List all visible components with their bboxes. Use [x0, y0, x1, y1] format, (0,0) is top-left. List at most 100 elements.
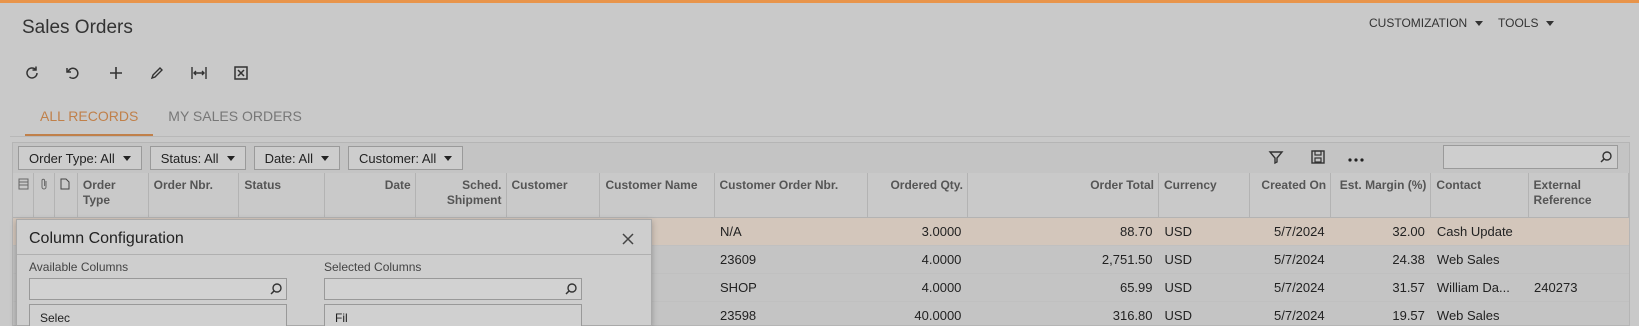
more-options-button[interactable] [1343, 145, 1369, 169]
fit-to-screen-button[interactable] [189, 61, 209, 85]
chevron-down-icon [1475, 20, 1484, 26]
column-header[interactable]: Order Type [77, 173, 149, 218]
tools-menu[interactable]: TOOLS [1498, 16, 1555, 30]
est-margin-cell: 31.57 [1330, 273, 1431, 302]
customization-menu-label: CUSTOMIZATION [1369, 16, 1468, 30]
column-header[interactable]: Order Nbr. [148, 173, 240, 218]
available-columns-label: Available Columns [29, 260, 129, 274]
currency-cell: USD [1158, 217, 1250, 246]
list-item[interactable]: Selec [40, 311, 70, 325]
document-icon [60, 178, 70, 190]
created-on-cell: 5/7/2024 [1249, 301, 1331, 326]
refresh-button[interactable] [22, 61, 42, 85]
column-header[interactable]: Date [324, 173, 416, 218]
note-header [54, 173, 78, 218]
contact-cell: Web Sales [1430, 301, 1529, 326]
column-header[interactable]: External Reference [1528, 173, 1630, 218]
chevron-down-icon [226, 155, 235, 161]
undo-icon [66, 67, 79, 80]
fit-to-screen-icon [191, 67, 207, 79]
close-icon [622, 233, 634, 245]
toolbar [22, 61, 251, 85]
customer-order-nbr-cell: N/A [714, 217, 868, 246]
currency-cell: USD [1158, 273, 1250, 302]
dialog-divider [17, 254, 651, 255]
column-header[interactable]: Est. Margin (%) [1330, 173, 1432, 218]
column-header[interactable]: Customer Order Nbr. [714, 173, 868, 218]
filter-button[interactable] [1263, 145, 1289, 169]
selected-columns-list[interactable]: Fil [324, 304, 582, 326]
date-filter-label: Date: All [264, 150, 313, 166]
column-configuration-icon [18, 178, 29, 190]
column-header[interactable]: Ordered Qty. [867, 173, 968, 218]
currency-cell: USD [1158, 301, 1250, 326]
created-on-cell: 5/7/2024 [1249, 217, 1331, 246]
column-header[interactable]: Contact [1430, 173, 1529, 218]
save-filter-button[interactable] [1305, 145, 1331, 169]
status-filter[interactable]: Status: All [149, 146, 246, 170]
chevron-down-icon [320, 155, 329, 161]
filter-bar: Order Type: All Status: All Date: All Cu… [18, 143, 464, 173]
external-ref-cell [1528, 301, 1629, 326]
chevron-down-icon [122, 155, 131, 161]
tab-divider [10, 136, 1630, 137]
contact-cell: Cash Update [1430, 217, 1529, 246]
order-total-cell: 2,751.50 [967, 245, 1159, 274]
customer-filter[interactable]: Customer: All [347, 146, 464, 170]
est-margin-cell: 24.38 [1330, 245, 1431, 274]
undo-button[interactable] [63, 61, 83, 85]
customer-order-nbr-cell: 23598 [714, 301, 868, 326]
column-header[interactable]: Currency [1158, 173, 1250, 218]
est-margin-cell: 19.57 [1330, 301, 1431, 326]
export-excel-icon [234, 66, 248, 80]
column-header[interactable]: Customer Name [599, 173, 715, 218]
list-item[interactable]: Fil [335, 311, 348, 325]
top-accent-bar [0, 0, 1639, 3]
column-header[interactable]: Order Total [967, 173, 1160, 218]
created-on-cell: 5/7/2024 [1249, 273, 1331, 302]
ordered-qty-cell: 3.0000 [867, 217, 968, 246]
available-columns-list[interactable]: Selec [29, 304, 287, 326]
contact-cell: William Da... [1430, 273, 1529, 302]
column-header[interactable]: Created On [1249, 173, 1332, 218]
row-selector-header[interactable] [13, 173, 34, 218]
attachment-header [33, 173, 55, 218]
created-on-cell: 5/7/2024 [1249, 245, 1331, 274]
customization-menu[interactable]: CUSTOMIZATION [1369, 16, 1484, 30]
search-icon [1600, 151, 1612, 163]
column-header[interactable]: Status [238, 173, 325, 218]
save-icon [1311, 150, 1325, 164]
tools-menu-label: TOOLS [1498, 16, 1539, 30]
add-icon [110, 67, 122, 79]
order-total-cell: 88.70 [967, 217, 1159, 246]
close-button[interactable] [619, 230, 637, 248]
chevron-down-icon [1546, 20, 1555, 26]
date-filter[interactable]: Date: All [253, 146, 340, 170]
column-header[interactable]: Sched. Shipment [415, 173, 507, 218]
search-icon [270, 283, 282, 295]
customer-filter-label: Customer: All [358, 150, 437, 166]
page-title: Sales Orders [22, 17, 133, 38]
edit-icon [150, 67, 163, 80]
column-header[interactable]: Customer [506, 173, 601, 218]
grid-search-input[interactable] [1443, 145, 1618, 169]
add-button[interactable] [106, 61, 126, 85]
order-type-filter[interactable]: Order Type: All [18, 146, 142, 170]
currency-cell: USD [1158, 245, 1250, 274]
selected-columns-search-input[interactable] [324, 278, 582, 300]
status-filter-label: Status: All [160, 150, 219, 166]
tab-my-sales-orders[interactable]: MY SALES ORDERS [153, 108, 317, 136]
table-header-row: Order Type Order Nbr. Status Date Sched.… [13, 173, 1630, 218]
search-icon [565, 283, 577, 295]
available-columns-search-input[interactable] [29, 278, 287, 300]
order-type-filter-label: Order Type: All [29, 150, 115, 166]
edit-button[interactable] [147, 61, 167, 85]
export-excel-button[interactable] [231, 61, 251, 85]
ordered-qty-cell: 4.0000 [867, 273, 968, 302]
tab-all-records[interactable]: ALL RECORDS [25, 108, 154, 136]
tab-bar: ALL RECORDS MY SALES ORDERS [25, 108, 317, 136]
customer-order-nbr-cell: 23609 [714, 245, 868, 274]
chevron-down-icon [444, 155, 453, 161]
external-ref-cell [1528, 217, 1629, 246]
contact-cell: Web Sales [1430, 245, 1529, 274]
